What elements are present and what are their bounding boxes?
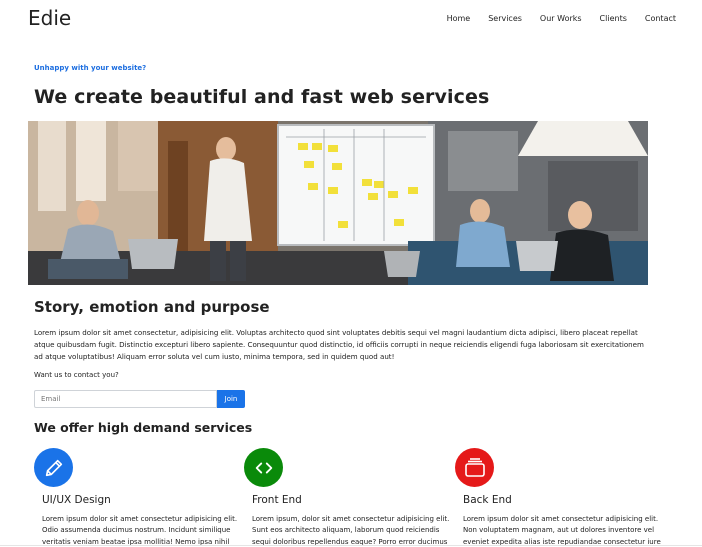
service-desc: Lorem ipsum, dolor sit amet consectetur … <box>252 515 450 546</box>
service-card-backend: Back End Lorem ipsum dolor sit amet cons… <box>455 448 661 546</box>
hero-title: We create beautiful and fast web service… <box>34 86 490 108</box>
service-name: Back End <box>463 494 512 506</box>
layers-icon <box>455 448 494 487</box>
page-divider <box>0 545 702 546</box>
hero-eyebrow: Unhappy with your website? <box>34 64 147 72</box>
hero-image <box>28 121 648 285</box>
pencil-icon <box>34 448 73 487</box>
services-title: We offer high demand services <box>34 420 253 435</box>
email-input[interactable] <box>34 390 217 408</box>
brand-logo[interactable]: Edie <box>28 6 71 30</box>
service-card-uiux: UI/UX Design Lorem ipsum dolor sit amet … <box>34 448 237 546</box>
service-card-frontend: Front End Lorem ipsum, dolor sit amet co… <box>244 448 449 546</box>
service-desc: Lorem ipsum dolor sit amet consectetur a… <box>463 515 661 546</box>
nav-services[interactable]: Services <box>488 14 522 23</box>
nav-contact[interactable]: Contact <box>645 14 676 23</box>
service-name: UI/UX Design <box>42 494 111 506</box>
nav-home[interactable]: Home <box>447 14 471 23</box>
contact-question: Want us to contact you? <box>34 371 119 379</box>
story-title: Story, emotion and purpose <box>34 298 270 316</box>
service-desc: Lorem ipsum dolor sit amet consectetur a… <box>42 515 238 546</box>
join-button[interactable]: Join <box>217 390 245 408</box>
nav-clients[interactable]: Clients <box>600 14 627 23</box>
story-text: Lorem ipsum dolor sit amet consectetur, … <box>34 328 644 361</box>
code-icon <box>244 448 283 487</box>
service-name: Front End <box>252 494 302 506</box>
nav-our-works[interactable]: Our Works <box>540 14 582 23</box>
main-nav: Home Services Our Works Clients Contact <box>429 14 676 23</box>
